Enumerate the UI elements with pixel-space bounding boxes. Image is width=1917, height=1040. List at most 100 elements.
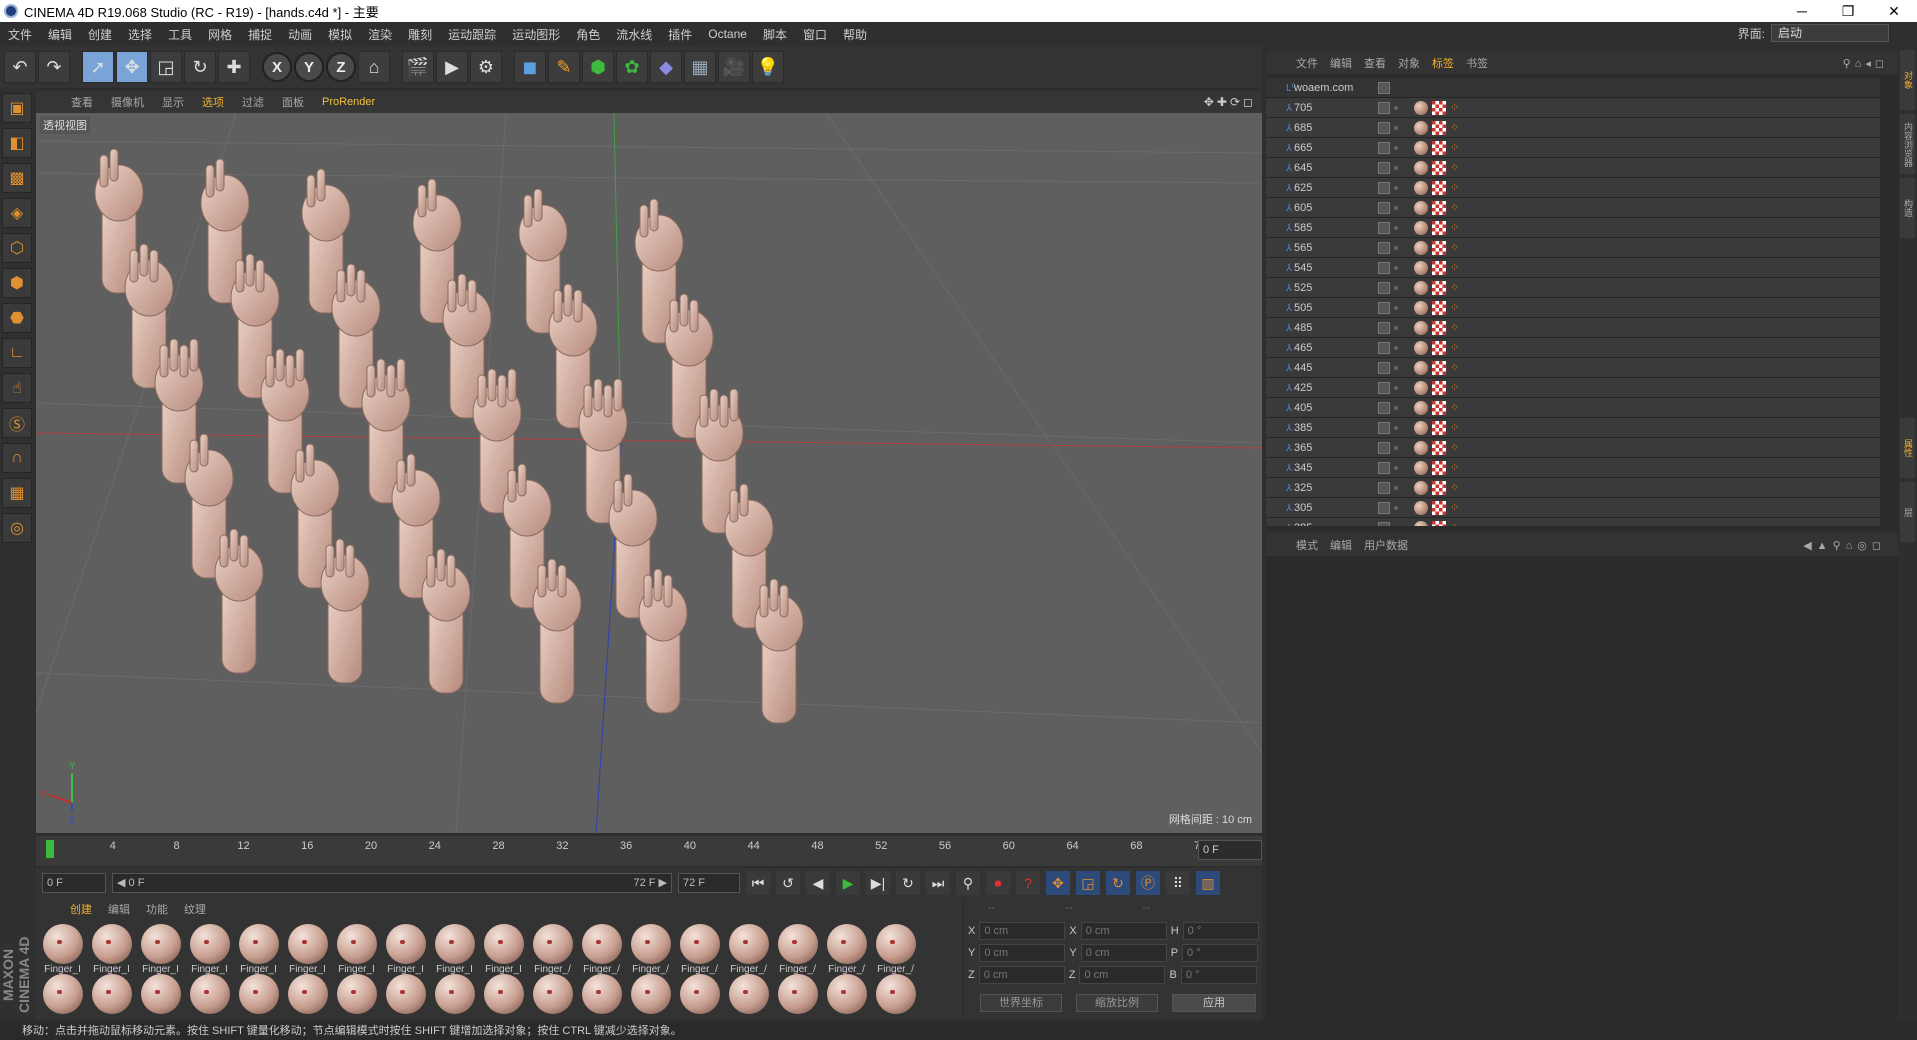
render-picture-viewer-icon[interactable]: ▶ <box>436 51 468 83</box>
snap-icon[interactable]: Ⓢ <box>2 408 32 438</box>
render-dot-icon[interactable] <box>1394 405 1398 410</box>
vp-menu-camera[interactable]: 摄像机 <box>102 94 153 110</box>
light-icon[interactable]: 💡 <box>752 51 784 83</box>
weight-tag-icon[interactable]: ⁘ <box>1450 122 1462 134</box>
material-tag-icon[interactable] <box>1414 240 1428 255</box>
weight-tag-icon[interactable]: ⁘ <box>1450 102 1462 114</box>
cloner-icon[interactable]: ✿ <box>616 51 648 83</box>
visibility-check-icon[interactable] <box>1378 461 1390 474</box>
material-thumbnail[interactable]: Finger_/ <box>675 924 724 975</box>
obj-menu-edit[interactable]: 编辑 <box>1324 55 1358 71</box>
render-dot-icon[interactable] <box>1394 325 1398 330</box>
render-dot-icon[interactable] <box>1394 185 1398 190</box>
object-row[interactable]: ⅄ 625 ⁘ <box>1266 178 1880 198</box>
material-thumbnail[interactable]: Finger_I <box>87 924 136 975</box>
visibility-check-icon[interactable] <box>1378 401 1390 414</box>
weight-tag-icon[interactable]: ⁘ <box>1450 402 1462 414</box>
go-to-keyframe-icon[interactable]: ↺ <box>776 871 800 895</box>
play-icon[interactable]: ▶ <box>836 871 860 895</box>
material-thumbnail[interactable] <box>626 974 675 1020</box>
apply-button[interactable]: 应用 <box>1172 994 1256 1012</box>
visibility-check-icon[interactable] <box>1378 421 1390 434</box>
uvw-tag-icon[interactable] <box>1432 240 1446 255</box>
material-tag-icon[interactable] <box>1414 440 1428 455</box>
menu-item-0[interactable]: 文件 <box>0 26 40 43</box>
vp-menu-panel[interactable]: 面板 <box>273 94 313 110</box>
perspective-viewport[interactable]: Y X Z 透视视图 网格间距 : 10 cm <box>36 113 1262 833</box>
rot-b-field[interactable]: 0 ° <box>1180 966 1257 984</box>
workplane-icon[interactable]: ◈ <box>2 198 32 228</box>
layout-dropdown[interactable]: 启动 <box>1771 24 1889 42</box>
world-coords-dropdown[interactable]: 世界坐标 <box>980 994 1062 1012</box>
material-tag-icon[interactable] <box>1414 460 1428 475</box>
size-z-field[interactable]: 0 cm <box>1079 966 1166 984</box>
material-thumbnail[interactable] <box>675 974 724 1020</box>
material-thumbnail[interactable] <box>136 974 185 1020</box>
x-axis-lock-icon[interactable]: X <box>262 52 292 82</box>
material-tag-icon[interactable] <box>1414 380 1428 395</box>
object-row[interactable]: ⅄ 665 ⁘ <box>1266 138 1880 158</box>
render-dot-icon[interactable] <box>1394 125 1398 130</box>
material-thumbnail[interactable] <box>479 974 528 1020</box>
object-row[interactable]: ⅄ 485 ⁘ <box>1266 318 1880 338</box>
autokey-icon[interactable]: ? <box>1016 871 1040 895</box>
material-tag-icon[interactable] <box>1414 480 1428 495</box>
select-tool-icon[interactable]: ➚ <box>82 51 114 83</box>
render-dot-icon[interactable] <box>1394 345 1398 350</box>
uvw-tag-icon[interactable] <box>1432 180 1446 195</box>
key-pla-icon[interactable]: ⠿ <box>1166 871 1190 895</box>
render-dot-icon[interactable] <box>1394 105 1398 110</box>
menu-item-11[interactable]: 运动跟踪 <box>440 26 504 43</box>
material-tag-icon[interactable] <box>1414 360 1428 375</box>
attr-menu-mode[interactable]: 模式 <box>1290 537 1324 553</box>
material-thumbnail[interactable] <box>332 974 381 1020</box>
render-dot-icon[interactable] <box>1394 165 1398 170</box>
pos-z-field[interactable]: 0 cm <box>978 966 1065 984</box>
timeline-current-frame[interactable]: 0 F <box>1198 840 1262 860</box>
tweak-mode-icon[interactable]: ☝ <box>2 373 32 403</box>
material-thumbnail[interactable] <box>871 974 920 1020</box>
material-thumbnail[interactable]: Finger_I <box>332 924 381 975</box>
visibility-check-icon[interactable] <box>1378 501 1390 514</box>
weight-tag-icon[interactable]: ⁘ <box>1450 182 1462 194</box>
make-editable-icon[interactable]: ▣ <box>2 93 32 123</box>
size-x-field[interactable]: 0 cm <box>1080 922 1167 940</box>
material-thumbnail[interactable]: Finger_/ <box>822 924 871 975</box>
obj-menu-bookmarks[interactable]: 书签 <box>1460 55 1494 71</box>
material-thumbnail[interactable]: Finger_I <box>38 924 87 975</box>
visibility-check-icon[interactable] <box>1378 521 1390 526</box>
object-row[interactable]: ⅄ 425 ⁘ <box>1266 378 1880 398</box>
menu-item-5[interactable]: 网格 <box>200 26 240 43</box>
step-forward-icon[interactable]: ▶| <box>866 871 890 895</box>
menu-item-19[interactable]: 帮助 <box>835 26 875 43</box>
render-dot-icon[interactable] <box>1394 505 1398 510</box>
material-thumbnail[interactable] <box>577 974 626 1020</box>
vp-menu-filter[interactable]: 过滤 <box>233 94 273 110</box>
material-thumbnail[interactable]: Finger_/ <box>626 924 675 975</box>
material-thumbnail[interactable]: Finger_I <box>479 924 528 975</box>
object-row[interactable]: ⅄ 525 ⁘ <box>1266 278 1880 298</box>
object-row[interactable]: ⅄ 685 ⁘ <box>1266 118 1880 138</box>
material-thumbnail[interactable]: Finger_I <box>430 924 479 975</box>
move-tool-icon[interactable]: ✥ <box>116 51 148 83</box>
uvw-tag-icon[interactable] <box>1432 340 1446 355</box>
visibility-check-icon[interactable] <box>1378 361 1390 374</box>
object-row[interactable]: ⅄ 465 ⁘ <box>1266 338 1880 358</box>
weight-tag-icon[interactable]: ⁘ <box>1450 382 1462 394</box>
render-dot-icon[interactable] <box>1394 225 1398 230</box>
subdivision-icon[interactable]: ⬢ <box>582 51 614 83</box>
material-tag-icon[interactable] <box>1414 260 1428 275</box>
object-row[interactable]: ⅄ 585 ⁘ <box>1266 218 1880 238</box>
rot-h-field[interactable]: 0 ° <box>1182 922 1259 940</box>
uvw-tag-icon[interactable] <box>1432 520 1446 526</box>
add-tool-icon[interactable]: ✚ <box>218 51 250 83</box>
visibility-check-icon[interactable] <box>1378 281 1390 294</box>
tab-structure[interactable]: 构造 <box>1900 178 1915 238</box>
uvw-tag-icon[interactable] <box>1432 160 1446 175</box>
end-frame-field[interactable]: 72 F <box>678 873 740 893</box>
uvw-tag-icon[interactable] <box>1432 460 1446 475</box>
visibility-check-icon[interactable] <box>1378 481 1390 494</box>
visibility-check-icon[interactable] <box>1378 81 1390 94</box>
object-row[interactable]: ⅄ 325 ⁘ <box>1266 478 1880 498</box>
material-tag-icon[interactable] <box>1414 520 1428 526</box>
